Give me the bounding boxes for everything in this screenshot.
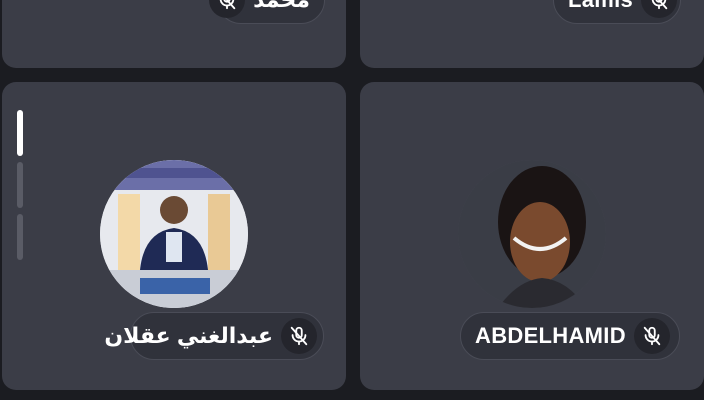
mic-off-icon[interactable]: [633, 318, 670, 354]
participant-name-pill: عبدالغني عقلان: [104, 312, 324, 360]
participant-name: Lamis: [568, 0, 633, 13]
participant-name: عبدالغني عقلان: [104, 323, 273, 348]
participant-name-pill: Lamis: [553, 0, 681, 24]
participant-name: ABDELHAMID: [475, 323, 626, 348]
audio-level-bar: [17, 162, 23, 208]
participant-name: محمد: [253, 0, 310, 13]
participant-name-pill: ABDELHAMID: [460, 312, 680, 360]
participant-avatar: [100, 160, 248, 308]
participant-name-pill: محمد: [209, 0, 325, 24]
mic-off-icon[interactable]: [281, 318, 317, 354]
participant-tile-lamis[interactable]: Lamis: [360, 0, 704, 68]
participant-tile-abdulghani[interactable]: عبدالغني عقلان: [2, 82, 346, 390]
participant-avatar: [458, 160, 606, 308]
mic-off-icon[interactable]: [209, 0, 246, 18]
participant-tile-mohammed[interactable]: محمد: [2, 0, 346, 68]
audio-level-bar: [17, 214, 23, 260]
participant-tile-abdelhamid[interactable]: ABDELHAMID: [360, 82, 704, 390]
mic-off-icon[interactable]: [641, 0, 678, 18]
audio-level-bar-active: [17, 110, 23, 156]
